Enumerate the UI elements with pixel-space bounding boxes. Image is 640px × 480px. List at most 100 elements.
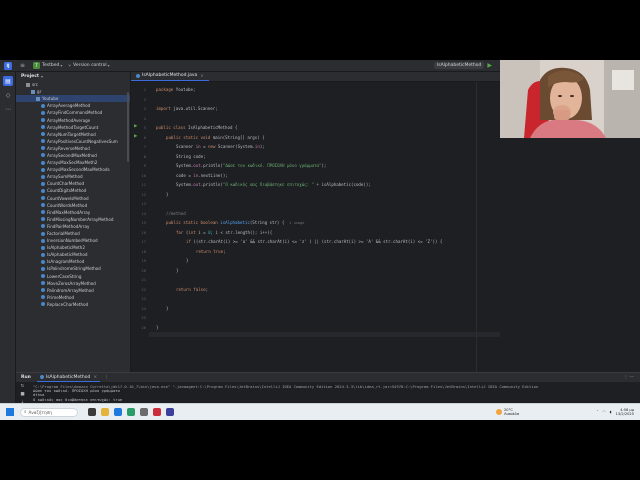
tree-item[interactable]: ArraysMaxSecMaxMeth2	[16, 159, 130, 166]
close-icon[interactable]: ×	[93, 375, 97, 380]
java-class-icon	[41, 146, 45, 151]
tree-item[interactable]: FindMaxMethodArray	[16, 209, 130, 216]
tree-item[interactable]: IsAlphabeticMeth2	[16, 244, 130, 251]
tree-item[interactable]: CountCharMethod	[16, 180, 130, 187]
tree-item[interactable]: ArrayMethodAverage	[16, 116, 130, 123]
run-tab-label: IsAlphabeticMethod	[45, 374, 91, 380]
code-line: }	[156, 324, 159, 330]
search-icon: ⌕	[24, 410, 27, 415]
vcs-widget[interactable]: ⑂ Version control ▾	[68, 63, 109, 69]
minimize-panel-icon[interactable]: ⋮ —	[624, 375, 634, 380]
screen: IJ ≡ T Testbed ▾ ⑂ Version control ▾ IsA…	[0, 60, 640, 420]
tree-item[interactable]: CountDigitsMethod	[16, 187, 130, 194]
tree-item[interactable]: ArrayAverageMethod	[16, 102, 130, 109]
tree-item-label: ArrayMethodTargetCount	[47, 124, 99, 130]
more-options-icon[interactable]: ⋮	[104, 375, 109, 380]
close-icon[interactable]: ×	[200, 73, 203, 78]
weather-widget[interactable]: 20°C Λιακάδα	[496, 408, 519, 416]
chrome-browser-icon[interactable]	[127, 408, 135, 416]
tree-item-label: CountDigitsMethod	[47, 188, 87, 194]
tree-item[interactable]: ArrayFindCommonsMethod	[16, 109, 130, 116]
java-class-icon	[41, 266, 45, 271]
chevron-up-icon[interactable]: ˄	[597, 410, 599, 414]
run-icon[interactable]: ▶	[487, 62, 492, 69]
more-tools-icon[interactable]: ⋯	[3, 104, 13, 114]
code-line: public class IsAlphabeticMethod {	[156, 125, 238, 130]
chevron-down-icon[interactable]: ▾	[60, 63, 62, 68]
tree-item-label: src	[32, 82, 38, 88]
tree-item-label: ArrayFindCommonsMethod	[47, 110, 103, 116]
sun-icon	[496, 409, 502, 415]
tree-item[interactable]: ArraySecondMaxMethod	[16, 152, 130, 159]
intellij-logo-icon[interactable]: IJ	[4, 61, 12, 70]
tree-item[interactable]: ArraysMaxSecondMaxMethods	[16, 166, 130, 173]
editor-tab-active[interactable]: IsAlphabeticMethod.java ×	[131, 72, 209, 81]
tree-item[interactable]: gr	[16, 88, 130, 95]
line-number: 17	[141, 239, 146, 244]
tree-item-label: FactorialMethod	[47, 231, 80, 237]
tree-item-label: ArrayReverseMethod	[47, 145, 90, 151]
tree-item-label: IsAlphabeticMethod	[47, 252, 88, 258]
volume-icon[interactable]: ◖	[610, 410, 612, 414]
line-number: 12	[141, 191, 146, 197]
line-number: 23	[141, 296, 146, 301]
project-badge[interactable]: T	[33, 62, 41, 69]
tree-item[interactable]: FindPairMethodArray	[16, 223, 130, 230]
line-number: 15	[141, 220, 146, 225]
tree-item[interactable]: ReplaceCharMethod	[16, 301, 130, 308]
java-class-icon	[41, 153, 45, 158]
tree-item[interactable]: ArrayPositivesCountNegativesSum	[16, 138, 130, 145]
code-editor[interactable]: package Youtube; import java.util.Scanne…	[156, 82, 496, 372]
project-scrollbar[interactable]	[127, 92, 129, 162]
project-tool-icon[interactable]: ▤	[3, 76, 13, 86]
recording-app-icon[interactable]	[153, 408, 161, 416]
tree-item[interactable]: PalindromArrayMethod	[16, 287, 130, 294]
tree-item[interactable]: LowerCaseString	[16, 273, 130, 280]
weather-desc: Λιακάδα	[504, 412, 520, 416]
tree-item[interactable]: FindMissingNumberArrayMethod	[16, 216, 130, 223]
commit-tool-icon[interactable]: ◇	[3, 90, 13, 100]
project-panel-title[interactable]: Project ▾	[16, 72, 130, 81]
tree-item[interactable]: ArraySumMethod	[16, 173, 130, 180]
tree-item[interactable]: Youtube	[16, 95, 130, 103]
tree-item[interactable]: CountVowelsMethod	[16, 195, 130, 202]
tree-item[interactable]: InversionNumberMethod	[16, 237, 130, 244]
tree-item[interactable]: ArrayMethodTargetCount	[16, 124, 130, 131]
java-class-icon	[41, 160, 45, 165]
chevron-down-icon: ▾	[107, 63, 110, 68]
usage-hint[interactable]: 1 usage	[289, 221, 304, 225]
code-line: }	[166, 305, 169, 311]
code-line: for (int i = 0; i < str.length(); i++){	[176, 229, 273, 235]
run-config-selector[interactable]: IsAlphabeticMethod	[433, 62, 485, 69]
project-name[interactable]: Testbed	[42, 63, 59, 68]
tree-item[interactable]: ArrayNumTargetMethod	[16, 131, 130, 138]
tree-item[interactable]: ArrayReverseMethod	[16, 145, 130, 152]
taskbar-search[interactable]: ⌕ Αναζήτηση	[20, 407, 78, 417]
code-line: }	[176, 267, 179, 273]
run-gutter-icon[interactable]: ▶	[134, 124, 137, 129]
tree-item[interactable]: src	[16, 81, 130, 88]
file-explorer-icon[interactable]	[101, 408, 109, 416]
tree-item[interactable]: FactorialMethod	[16, 230, 130, 237]
console-line: O κωδικός σας διαβάστηκε επιτυχώς: true	[33, 396, 123, 402]
clock[interactable]: 4:56 μμ 13/2/2025	[616, 408, 634, 416]
tree-item[interactable]: CountWordsMethod	[16, 202, 130, 209]
tree-item[interactable]: IsAlphabeticMethod	[16, 251, 130, 258]
tree-item[interactable]: IsPalindromeStringMethod	[16, 265, 130, 272]
run-tab[interactable]: IsAlphabeticMethod ×	[36, 373, 101, 382]
wifi-icon[interactable]: ◠	[603, 410, 606, 414]
windows-start-icon[interactable]	[6, 408, 14, 416]
run-config-widget: IsAlphabeticMethod ▶	[433, 62, 492, 69]
intellij-taskbar-icon[interactable]	[166, 408, 174, 416]
java-class-icon	[39, 375, 44, 379]
tree-item[interactable]: PrimeMethod	[16, 294, 130, 301]
run-gutter-icon[interactable]: ▶	[134, 134, 137, 139]
tree-item[interactable]: IsAnagramMethod	[16, 258, 130, 265]
hamburger-menu-icon[interactable]: ≡	[20, 62, 25, 69]
edge-browser-icon[interactable]	[114, 408, 122, 416]
tree-item-label: ArrayMethodAverage	[47, 117, 91, 123]
tree-item[interactable]: MoveZerosArrayMethod	[16, 280, 130, 287]
java-class-icon	[41, 252, 45, 257]
settings-icon[interactable]	[140, 408, 148, 416]
task-view-icon[interactable]	[88, 408, 96, 416]
